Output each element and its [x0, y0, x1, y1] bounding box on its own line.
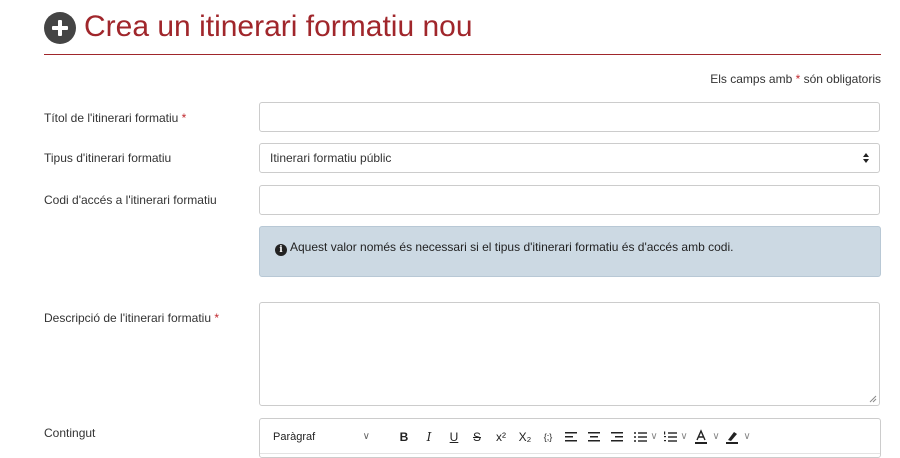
resize-grip-icon[interactable]: [869, 395, 877, 403]
description-label: Descripció de l'itinerari formatiu *: [44, 311, 219, 325]
chevron-down-icon[interactable]: ∨: [650, 429, 658, 445]
info-circle-icon: i: [275, 244, 287, 256]
type-label: Tipus d'itinerari formatiu: [44, 151, 172, 165]
chevron-down-icon[interactable]: ∨: [743, 429, 751, 445]
title-label-text: Títol de l'itinerari formatiu: [44, 111, 182, 125]
access-code-input[interactable]: [259, 185, 880, 215]
page-title: Crea un itinerari formatiu nou: [84, 10, 473, 43]
required-fields-note: Els camps amb * són obligatoris: [710, 72, 881, 86]
code-button[interactable]: {;}: [539, 429, 557, 445]
select-arrows-icon: [863, 152, 870, 164]
access-code-info: i Aquest valor només és necessari si el t…: [259, 226, 881, 277]
underline-button[interactable]: U: [446, 429, 462, 445]
strikethrough-button[interactable]: S: [469, 429, 485, 445]
text-color-icon[interactable]: [694, 429, 708, 445]
align-center-icon[interactable]: [587, 429, 601, 445]
highlight-color-icon[interactable]: [725, 429, 739, 445]
description-label-text: Descripció de l'itinerari formatiu: [44, 311, 215, 325]
align-left-icon[interactable]: [564, 429, 578, 445]
bold-button[interactable]: B: [396, 429, 412, 445]
page-header: Crea un itinerari formatiu nou: [44, 6, 881, 55]
description-textarea[interactable]: [259, 302, 880, 406]
title-input[interactable]: [259, 102, 880, 132]
superscript-button[interactable]: x²: [492, 429, 510, 445]
italic-button[interactable]: I: [421, 429, 437, 445]
block-format-select[interactable]: Paràgraf ∨: [271, 429, 373, 445]
align-right-icon[interactable]: [610, 429, 624, 445]
block-format-value: Paràgraf: [273, 431, 316, 443]
access-code-label: Codi d'accés a l'itinerari formatiu: [44, 193, 217, 207]
required-note-prefix: Els camps amb: [710, 72, 796, 86]
chevron-down-icon: ∨: [362, 431, 370, 442]
subscript-button[interactable]: X₂: [516, 429, 534, 445]
numbered-list-icon[interactable]: [663, 429, 677, 445]
required-star: *: [181, 111, 187, 125]
plus-circle-icon: [44, 12, 76, 44]
content-label: Contingut: [44, 426, 96, 440]
editor-toolbar: Paràgraf ∨ B I U S x² X₂ {;} ∨ ∨ ∨ ∨: [260, 419, 880, 454]
access-code-info-text: Aquest valor només és necessari si el ti…: [290, 240, 734, 254]
content-editor[interactable]: Paràgraf ∨ B I U S x² X₂ {;} ∨ ∨ ∨ ∨: [259, 418, 881, 458]
title-label: Títol de l'itinerari formatiu *: [44, 111, 186, 125]
chevron-down-icon[interactable]: ∨: [712, 429, 720, 445]
chevron-down-icon[interactable]: ∨: [680, 429, 688, 445]
type-select[interactable]: Itinerari formatiu públic: [259, 143, 880, 173]
required-note-suffix: són obligatoris: [800, 72, 881, 86]
bullet-list-icon[interactable]: [633, 429, 647, 445]
type-select-value: Itinerari formatiu públic: [270, 151, 392, 165]
required-star: *: [214, 311, 220, 325]
